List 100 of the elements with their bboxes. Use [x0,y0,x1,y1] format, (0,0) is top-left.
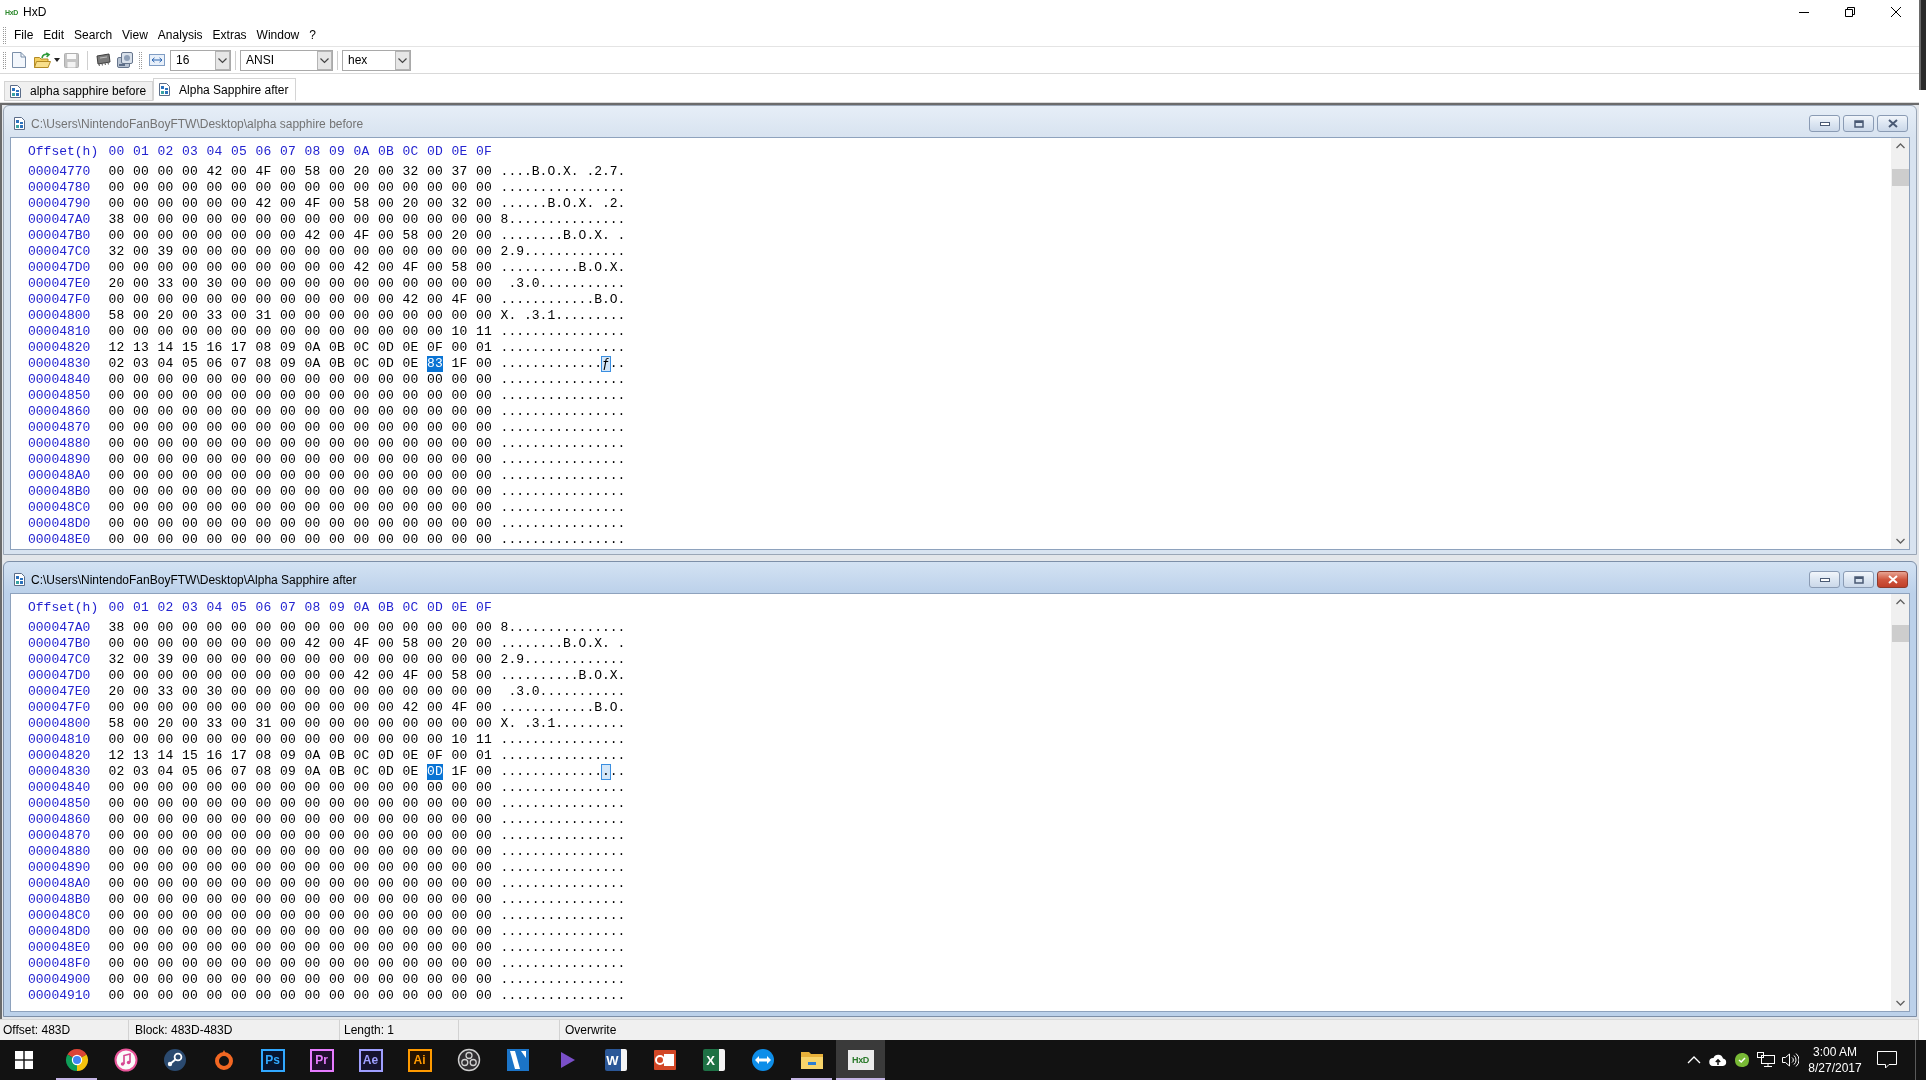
hex-byte: 58 [304,164,321,180]
taskbar-button[interactable]: Ae [346,1040,395,1080]
hex-byte: 00 [108,908,125,924]
ascii-text: ........B.O.X. . [500,636,626,652]
hex-byte: 00 [157,452,174,468]
minimize-button[interactable] [1809,115,1840,132]
hex-byte: 00 [353,180,370,196]
hex-byte: 00 [476,668,492,684]
hex-byte: 00 [182,292,198,308]
charset-dropdown[interactable]: ANSI [240,49,333,71]
scrollbar-thumb[interactable] [1891,625,1909,642]
maximize-button[interactable] [1843,571,1874,588]
open-file-button[interactable] [31,49,61,71]
taskbar-button[interactable]: Ps [248,1040,297,1080]
hex-byte: 00 [280,876,296,892]
menu-item[interactable]: File [9,25,39,45]
hex-byte: 00 [133,700,149,716]
hex-byte: 00 [476,452,492,468]
hex-byte: 00 [451,892,468,908]
hex-byte: 00 [157,988,174,1004]
hex-byte: 00 [157,260,174,276]
maximize-button[interactable] [1843,115,1874,132]
hex-byte: 58 [451,668,468,684]
menu-item[interactable]: Search [69,25,118,45]
hex-byte: 00 [157,292,174,308]
hex-byte: 00 [402,684,419,700]
hex-byte: 00 [255,844,272,860]
offset-base-dropdown[interactable]: hex [342,49,411,71]
grip-handle[interactable] [3,26,6,44]
badge-check-icon[interactable] [1734,1052,1750,1068]
taskbar-button[interactable]: Ai [395,1040,444,1080]
menu-item[interactable]: Edit [38,25,70,45]
taskbar-button[interactable]: Pr [297,1040,346,1080]
menu-item[interactable]: View [117,25,153,45]
hex-byte: 00 [182,700,198,716]
hex-byte: 00 [427,180,443,196]
hex-byte: 00 [378,468,394,484]
hex-byte: 00 [329,516,345,532]
hex-byte: 00 [231,212,247,228]
taskbar-button[interactable]: W [591,1040,640,1080]
hex-byte: 00 [133,892,149,908]
close-button[interactable] [1877,571,1908,588]
menu-item[interactable]: Analysis [152,25,208,45]
hex-byte: 00 [157,484,174,500]
grip-handle[interactable] [139,51,142,69]
hex-byte: 00 [304,260,321,276]
row-offset: 000047B0 [28,636,91,652]
hex-byte: 00 [353,828,370,844]
hex-byte: 00 [304,716,321,732]
hex-byte: 83 [427,356,443,372]
hex-byte: 00 [206,372,223,388]
hex-byte: 00 [451,780,468,796]
hex-byte: 00 [133,388,149,404]
hex-byte: 00 [329,860,345,876]
close-button[interactable] [1877,115,1908,132]
taskbar-button[interactable]: X [689,1040,738,1080]
hex-byte: 00 [133,732,149,748]
hex-byte: 00 [427,636,443,652]
bytes-per-row-dropdown[interactable]: 16 [170,49,231,71]
hex-byte: 00 [304,532,321,548]
hex-byte: 00 [206,908,223,924]
hex-byte: 00 [157,812,174,828]
hex-byte: 00 [329,260,345,276]
hex-byte: 00 [182,164,198,180]
hex-byte: 06 [206,356,223,372]
hex-byte: 00 [255,908,272,924]
hex-byte: 4F [402,668,419,684]
hex-byte: 00 [133,164,149,180]
ascii-text: 2.9............. [500,244,626,260]
document-tab[interactable]: alpha sapphire before [4,81,154,101]
scrollbar-thumb[interactable] [1891,169,1909,186]
menu-item[interactable]: Extras [207,25,252,45]
hex-byte: 00 [304,388,321,404]
hex-byte: 0F [427,748,443,764]
ascii-text: ......B.O.X. .2. [500,196,626,212]
network-icon[interactable] [1757,1052,1775,1068]
hex-byte: 00 [451,212,468,228]
hex-byte: 00 [206,812,223,828]
grip-handle[interactable] [3,51,6,69]
ascii-text: ................ [500,468,626,484]
hex-byte: 00 [402,244,419,260]
hex-byte: 00 [280,196,296,212]
document-tab[interactable]: Alpha Sapphire after [153,78,296,101]
cloud-upload-icon[interactable] [1709,1054,1727,1066]
menu-item[interactable]: Window [251,25,305,45]
menu-item[interactable]: ? [304,25,321,45]
hex-byte: 58 [108,716,125,732]
taskbar-button[interactable]: HxD [836,1040,885,1080]
circle-arm-icon [162,1048,187,1072]
hex-byte: 00 [402,532,419,548]
minimize-button[interactable] [1809,571,1840,588]
clock-button[interactable]: 3:00 AM 8/27/2017 [1806,1040,1864,1080]
hex-byte: 02 [108,764,125,780]
hex-byte: 00 [255,924,272,940]
column-header: 0A [353,600,370,616]
hex-byte: 00 [353,812,370,828]
hex-byte: 00 [255,500,272,516]
chevron-up-icon[interactable] [1687,1056,1701,1064]
hex-byte: 00 [182,620,198,636]
volume-icon[interactable] [1781,1052,1799,1068]
